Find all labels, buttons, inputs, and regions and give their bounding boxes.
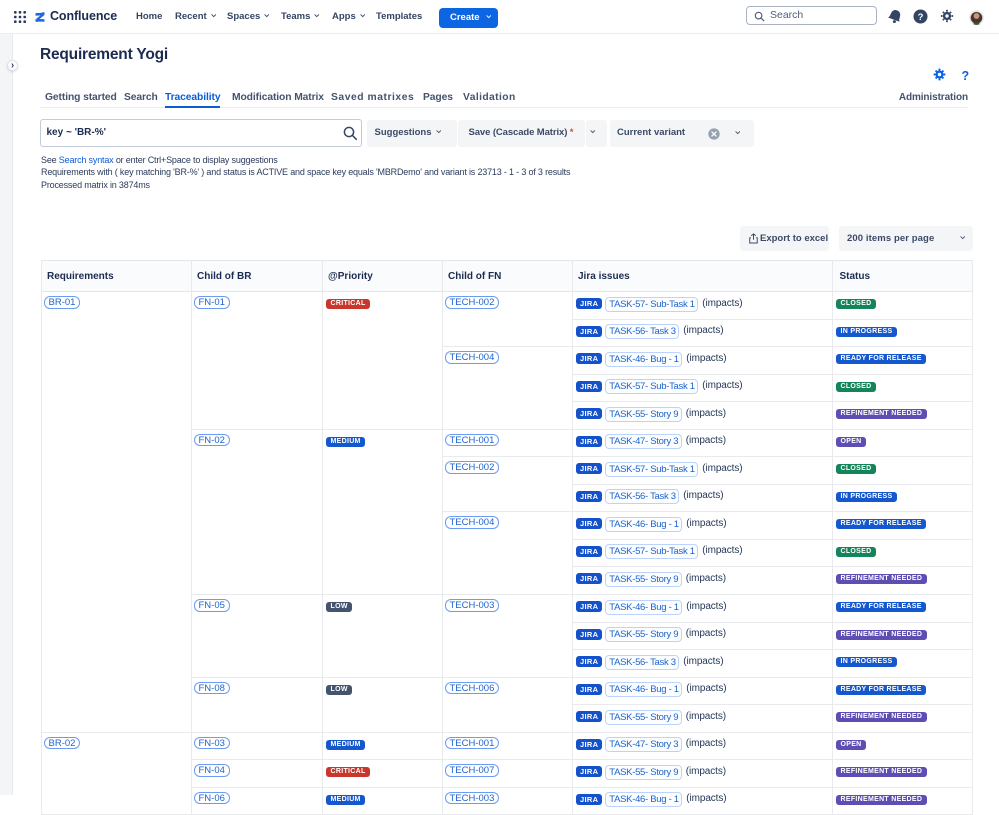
svg-text:?: ? (918, 12, 924, 23)
